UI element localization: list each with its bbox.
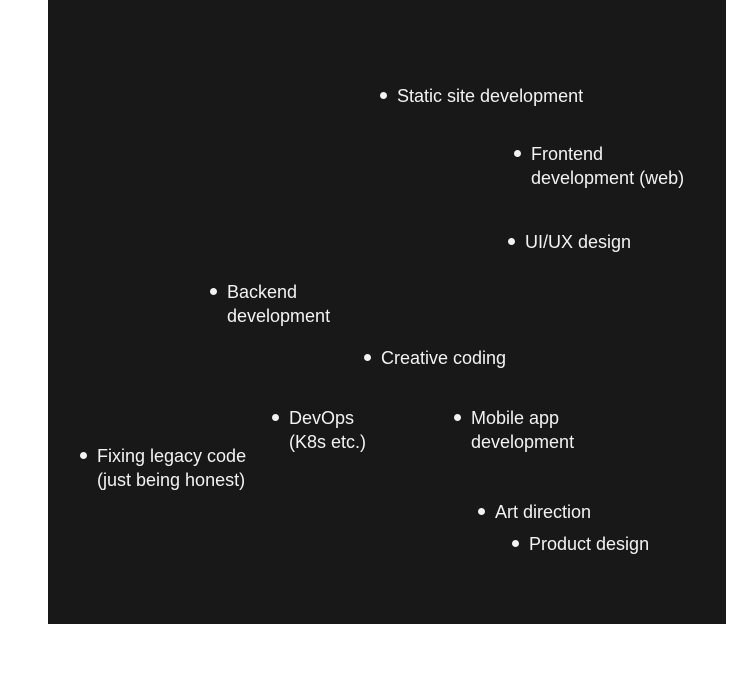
skill-mobile-app-development: Mobile app development [454, 406, 574, 454]
skill-devops: DevOps (K8s etc.) [272, 406, 366, 454]
skill-fixing-legacy-code: Fixing legacy code (just being honest) [80, 444, 246, 492]
bullet-dot-icon [454, 414, 461, 421]
skill-ui-ux-design: UI/UX design [508, 230, 631, 254]
skill-label: Fixing legacy code (just being honest) [97, 446, 247, 490]
bullet-dot-icon [80, 452, 87, 459]
skill-label: Creative coding [381, 348, 507, 368]
skills-panel: Static site development Frontend develop… [48, 0, 726, 624]
skill-product-design: Product design [512, 532, 649, 556]
skill-label: DevOps (K8s etc.) [289, 408, 367, 452]
skill-art-direction: Art direction [478, 500, 591, 524]
bullet-dot-icon [478, 508, 485, 515]
skill-creative-coding: Creative coding [364, 346, 506, 370]
skill-label: Product design [529, 534, 650, 554]
skill-label: UI/UX design [525, 232, 632, 252]
bullet-dot-icon [210, 288, 217, 295]
skill-backend-development: Backend development [210, 280, 330, 328]
bullet-dot-icon [514, 150, 521, 157]
bullet-dot-icon [364, 354, 371, 361]
skill-frontend-development: Frontend development (web) [514, 142, 684, 190]
skill-label: Mobile app development [471, 408, 575, 452]
skill-label: Art direction [495, 502, 592, 522]
skill-static-site-development: Static site development [380, 84, 583, 108]
bullet-dot-icon [272, 414, 279, 421]
skill-label: Backend development [227, 282, 331, 326]
skill-label: Frontend development (web) [531, 144, 685, 188]
skill-label: Static site development [397, 86, 584, 106]
bullet-dot-icon [512, 540, 519, 547]
bullet-dot-icon [508, 238, 515, 245]
bullet-dot-icon [380, 92, 387, 99]
